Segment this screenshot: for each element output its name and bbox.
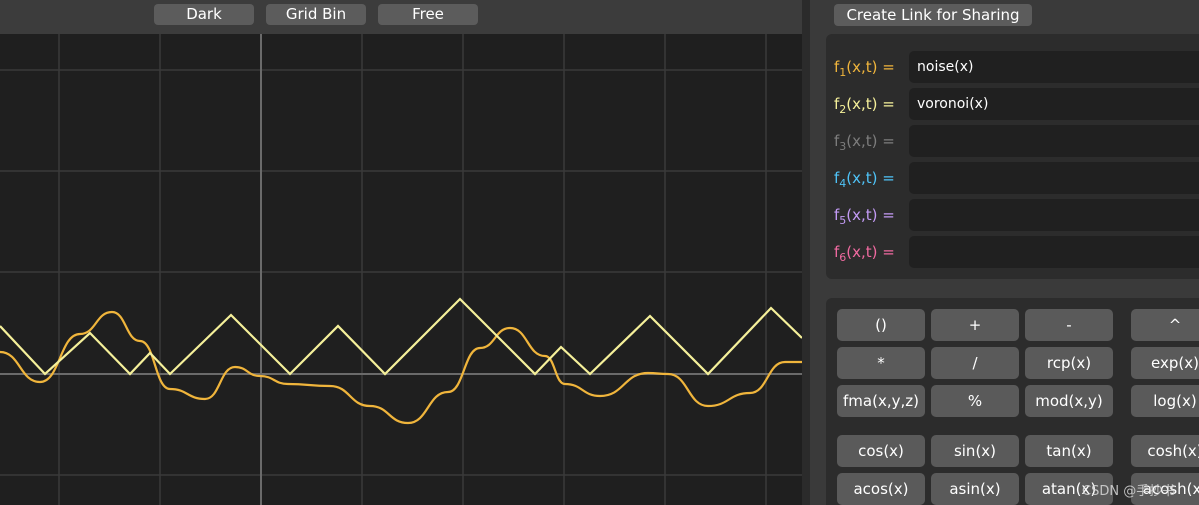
function-input-1[interactable] (909, 51, 1199, 83)
function-row-5: f5(x,t) = (826, 199, 1199, 231)
key-log[interactable]: log(x) (1131, 385, 1199, 417)
key-cos[interactable]: cos(x) (837, 435, 925, 467)
key-acos[interactable]: acos(x) (837, 473, 925, 505)
function-input-6[interactable] (909, 236, 1199, 268)
function-input-4[interactable] (909, 162, 1199, 194)
key-power[interactable]: ^ (1131, 309, 1199, 341)
key-exp[interactable]: exp(x) (1131, 347, 1199, 379)
function-label-2: f2(x,t) = (834, 95, 895, 116)
grid-bin-button[interactable]: Grid Bin (266, 4, 366, 25)
function-row-2: f2(x,t) = (826, 88, 1199, 120)
function-list: f1(x,t) = f2(x,t) = f3(x,t) = f4(x,t) = … (826, 34, 1199, 279)
key-divide[interactable]: / (931, 347, 1019, 379)
function-input-2[interactable] (909, 88, 1199, 120)
key-parentheses[interactable]: () (837, 309, 925, 341)
function-row-4: f4(x,t) = (826, 162, 1199, 194)
key-cosh[interactable]: cosh(x) (1131, 435, 1199, 467)
voronoi-curve (0, 297, 802, 376)
noise-curve (0, 310, 802, 425)
function-row-1: f1(x,t) = (826, 51, 1199, 83)
free-button[interactable]: Free (378, 4, 478, 25)
key-sin[interactable]: sin(x) (931, 435, 1019, 467)
function-input-5[interactable] (909, 199, 1199, 231)
graph-svg (0, 34, 802, 505)
key-fma[interactable]: fma(x,y,z) (837, 385, 925, 417)
key-multiply[interactable]: * (837, 347, 925, 379)
graph-toolbar: Dark Grid Bin Free (0, 0, 810, 34)
create-share-link-button[interactable]: Create Link for Sharing (834, 4, 1032, 26)
key-minus[interactable]: - (1025, 309, 1113, 341)
panel-divider[interactable] (802, 0, 810, 505)
function-label-3: f3(x,t) = (834, 132, 895, 153)
function-label-5: f5(x,t) = (834, 206, 895, 227)
key-rcp[interactable]: rcp(x) (1025, 347, 1113, 379)
function-label-6: f6(x,t) = (834, 243, 895, 264)
key-tan[interactable]: tan(x) (1025, 435, 1113, 467)
keypad: () + - ^ * / rcp(x) exp(x) fma(x,y,z) % … (826, 298, 1199, 505)
key-asin[interactable]: asin(x) (931, 473, 1019, 505)
function-input-3[interactable] (909, 125, 1199, 157)
function-label-1: f1(x,t) = (834, 58, 895, 79)
function-panel: Create Link for Sharing f1(x,t) = f2(x,t… (810, 0, 1199, 505)
function-graph-canvas[interactable] (0, 34, 802, 505)
function-row-6: f6(x,t) = (826, 236, 1199, 268)
grid-lines (0, 34, 802, 505)
key-mod[interactable]: mod(x,y) (1025, 385, 1113, 417)
dark-theme-button[interactable]: Dark (154, 4, 254, 25)
function-row-3: f3(x,t) = (826, 125, 1199, 157)
watermark: CSDN @手抄书 (1082, 484, 1176, 499)
key-plus[interactable]: + (931, 309, 1019, 341)
function-label-4: f4(x,t) = (834, 169, 895, 190)
key-percent[interactable]: % (931, 385, 1019, 417)
